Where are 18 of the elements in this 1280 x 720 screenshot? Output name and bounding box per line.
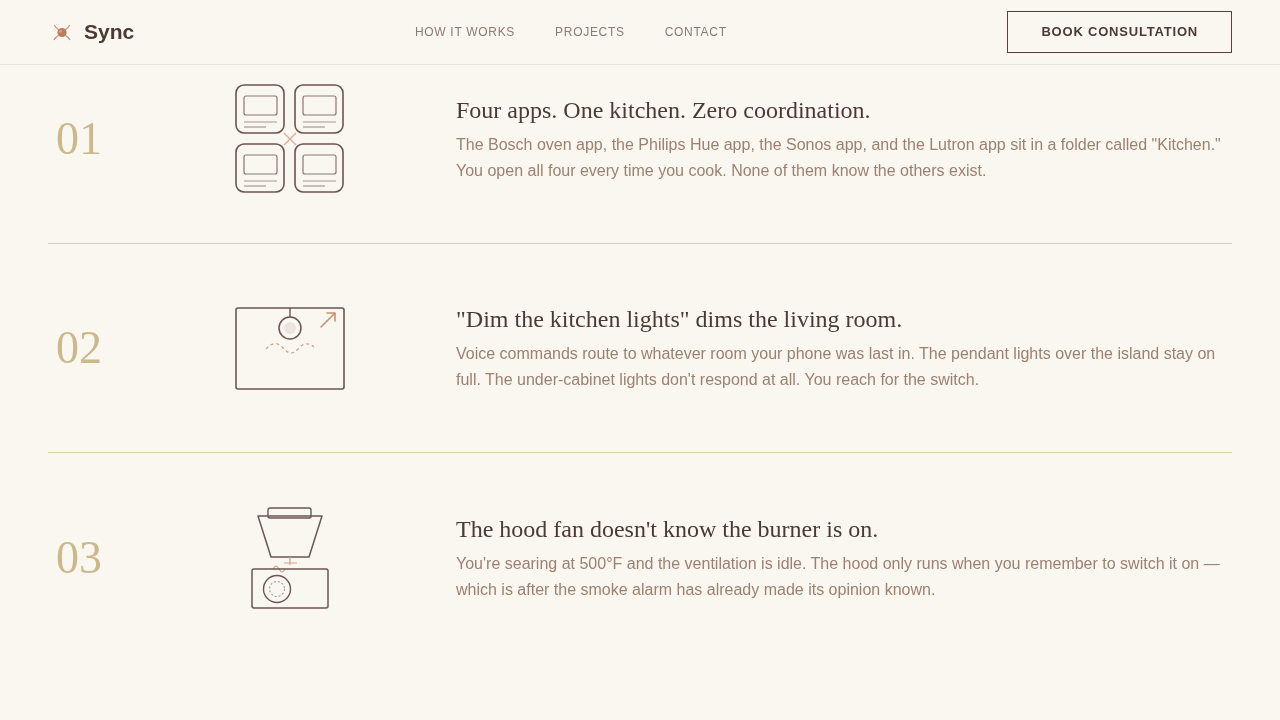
problem-title: "Dim the kitchen lights" dims the living room. xyxy=(456,305,904,334)
step-number: 02 xyxy=(56,322,102,373)
logo-icon xyxy=(53,23,71,41)
step-number: 01 xyxy=(56,113,102,164)
book-consultation-button[interactable]: BOOK CONSULTATION xyxy=(1007,11,1232,53)
step-number: 03 xyxy=(56,531,102,583)
app-grid-icon xyxy=(235,84,345,194)
problem-description: You're searing at 500°F and the ventilation is idle. The hood only runs when you remember to switch it on — which is after the smoke alarm has already made its opinion known. xyxy=(456,553,1221,600)
nav-link[interactable]: CONTACT xyxy=(664,23,727,41)
problem-description: The Bosch oven app, the Philips Hue app, the Sonos app, and the Lutron app sit in a folder called "Kitchen." You open all four every time you cook. None of them know the others exist. xyxy=(456,135,1222,181)
problem-title: The hood fan doesn't know the burner is on. xyxy=(456,514,880,544)
range-hood-icon xyxy=(251,506,329,609)
room-lamp-icon xyxy=(235,306,345,390)
problem-title: Four apps. One kitchen. Zero coordination. xyxy=(456,96,872,125)
brand-name: Sync xyxy=(84,19,135,46)
problem-description: Voice commands route to whatever room your phone was last in. The pendant lights over the island stay on full. The under-cabinet lights don't respond at all. You reach for the switch. xyxy=(456,344,1217,390)
nav-link[interactable]: HOW IT WORKS xyxy=(414,23,516,41)
nav-link[interactable]: PROJECTS xyxy=(555,23,625,41)
